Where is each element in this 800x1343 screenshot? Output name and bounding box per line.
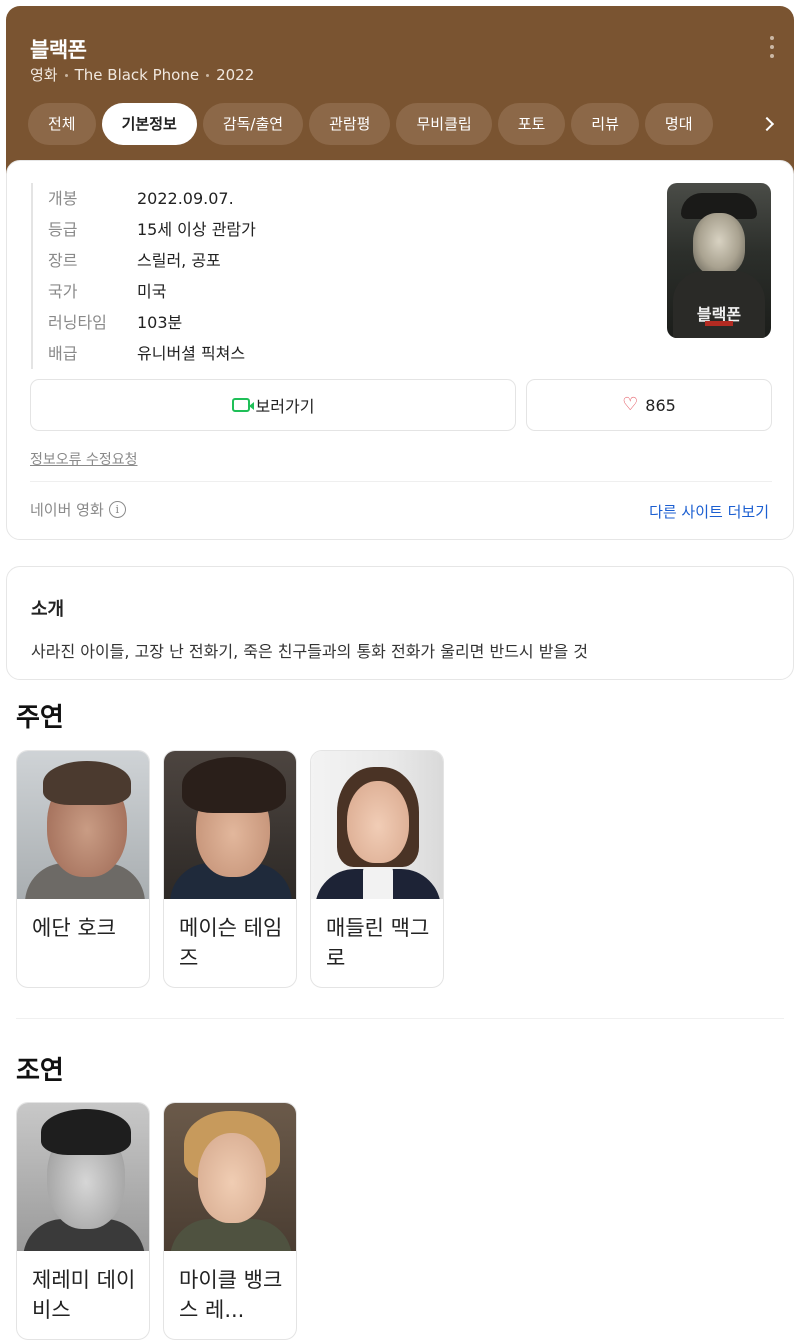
report-error-link[interactable]: 정보오류 수정요청 [30, 449, 138, 469]
watch-button-label: 보러가기 [255, 397, 315, 416]
info-row-genre: 장르 스릴러, 공포 [48, 251, 221, 270]
tab-photos[interactable]: 포토 [497, 103, 566, 145]
supporting-cast-title: 조연 [16, 1056, 64, 1086]
actor-photo [311, 751, 443, 899]
movie-poster[interactable]: 블랙폰 [667, 183, 771, 338]
action-buttons: 보러가기 ♡ 865 [30, 379, 772, 431]
tab-reviews[interactable]: 리뷰 [571, 103, 639, 145]
video-icon [231, 398, 254, 412]
tab-director-cast[interactable]: 감독/출연 [202, 103, 304, 145]
cast-card-michael-banks-repeta[interactable]: 마이클 뱅크스 레... [163, 1102, 297, 1340]
main-cast-title: 주연 [16, 703, 64, 733]
cast-card-madeleine-mcgraw[interactable]: 매들린 맥그로 [310, 750, 444, 988]
actor-name: 제레미 데이비스 [32, 1268, 136, 1322]
more-sites-link[interactable]: 다른 사이트 더보기 [649, 501, 769, 522]
basic-info-card: 개봉 2022.09.07. 등급 15세 이상 관람가 장르 스릴러, 공포 국가 미… [6, 160, 794, 540]
meta-original-title: The Black Phone [74, 66, 200, 84]
like-count: 865 [645, 395, 676, 415]
chevron-right-icon[interactable] [762, 118, 774, 130]
actor-photo [164, 751, 296, 899]
meta-type: 영화 [30, 66, 58, 84]
tab-basic-info[interactable]: 기본정보 [101, 103, 197, 145]
cast-card-mason-thames[interactable]: 메이슨 테임즈 [163, 750, 297, 988]
cast-card-ethan-hawke[interactable]: 에단 호크 [16, 750, 150, 988]
movie-meta: 영화 The Black Phone 2022 [30, 64, 254, 85]
info-row-country: 국가 미국 [48, 282, 167, 301]
actor-photo [17, 1103, 149, 1251]
source-name: 네이버 영화 [30, 501, 104, 519]
like-button[interactable]: ♡ 865 [526, 379, 772, 431]
tab-bar: 전체 기본정보 감독/출연 관람평 무비클립 포토 리뷰 명대 [28, 103, 752, 147]
divider [30, 481, 772, 482]
intro-text: 사라진 아이들, 고장 난 전화기, 죽은 친구들과의 통화 전화가 울리면 반… [31, 642, 588, 661]
meta-year: 2022 [216, 66, 255, 84]
intro-title: 소개 [31, 599, 65, 620]
actor-name: 매들린 맥그로 [326, 916, 430, 970]
source-label: 네이버 영화 i [30, 499, 126, 520]
meta-separator [206, 74, 210, 77]
info-row-release: 개봉 2022.09.07. [48, 189, 234, 208]
actor-photo [164, 1103, 296, 1251]
cast-card-jeremy-davies[interactable]: 제레미 데이비스 [16, 1102, 150, 1340]
info-list: 개봉 2022.09.07. 등급 15세 이상 관람가 장르 스릴러, 공포 국가 미… [31, 183, 256, 369]
info-icon[interactable]: i [108, 501, 126, 518]
watch-button[interactable]: 보러가기 [30, 379, 516, 431]
info-row-distributor: 배급 유니버셜 픽쳐스 [48, 344, 246, 363]
tab-quotes[interactable]: 명대 [644, 103, 713, 145]
tab-all[interactable]: 전체 [28, 103, 96, 145]
actor-name: 에단 호크 [32, 916, 116, 940]
more-options-icon[interactable] [768, 36, 776, 58]
tab-ratings[interactable]: 관람평 [309, 103, 391, 145]
actor-name: 메이슨 테임즈 [179, 916, 283, 970]
section-divider [16, 1018, 784, 1019]
meta-separator [64, 74, 68, 77]
intro-card: 소개 사라진 아이들, 고장 난 전화기, 죽은 친구들과의 통화 전화가 울리… [6, 566, 794, 680]
info-row-rating: 등급 15세 이상 관람가 [48, 220, 256, 239]
info-row-runtime: 러닝타임 103분 [48, 313, 183, 332]
tab-movie-clips[interactable]: 무비클립 [396, 103, 492, 145]
movie-title: 블랙폰 [30, 38, 87, 62]
heart-icon: ♡ [622, 394, 639, 415]
actor-name: 마이클 뱅크스 레... [179, 1268, 283, 1322]
actor-photo [17, 751, 149, 899]
